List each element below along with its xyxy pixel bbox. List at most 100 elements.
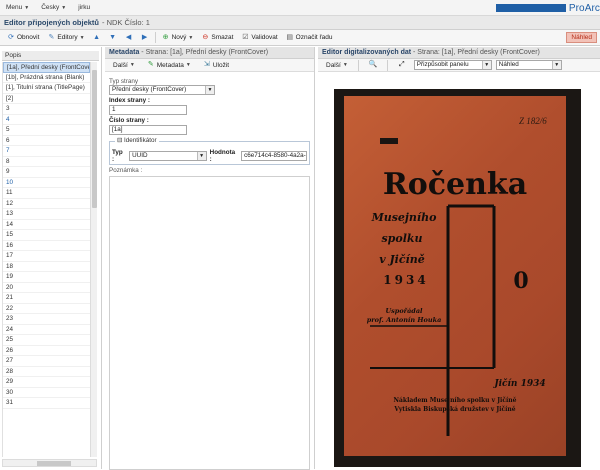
scanned-page-image[interactable]: Z 182/6 Ročenka Musejního spolku v Jičín… [334, 89, 581, 467]
list-item[interactable]: 12 [3, 199, 90, 209]
list-item[interactable]: [1b], Prázdná strana (Blank) [3, 73, 90, 83]
refresh-button[interactable]: ⟳ Obnovit [3, 31, 43, 45]
list-item[interactable]: 22 [3, 304, 90, 314]
brand-name: ProArc [568, 2, 600, 14]
more-label: Další [326, 61, 341, 69]
menu-label: Menu [6, 4, 23, 11]
fit-icon: ⤢ [398, 61, 405, 68]
id-type-select[interactable]: UUID ▼ [129, 151, 207, 161]
list-item[interactable]: 11 [3, 188, 90, 199]
view-mode-value: Náhled [498, 61, 519, 68]
move-down-button[interactable]: ▼ [105, 31, 121, 45]
move-up-button[interactable]: ▲ [89, 31, 105, 45]
object-list: [1a], Přední desky (FrontCover) [1b], Prá… [2, 62, 90, 457]
editors-button[interactable]: ✎ Editory ▼ [43, 31, 88, 45]
page-type-select[interactable]: Přední desky (FrontCover) ▼ [109, 85, 215, 95]
list-item[interactable]: [2] [3, 94, 90, 104]
chevron-down-icon: ▼ [79, 34, 85, 41]
cover-title: Ročenka [383, 167, 527, 202]
list-item[interactable]: 6 [3, 136, 90, 146]
fit-select[interactable]: Přizpůsobit panelu ▼ [413, 60, 492, 70]
list-item[interactable]: 9 [3, 167, 90, 178]
chevron-right-icon: ▶ [141, 33, 148, 41]
list-item[interactable]: 23 [3, 314, 90, 325]
identifier-legend[interactable]: ⊟ Identifikátor [115, 137, 159, 144]
list-item[interactable]: 14 [3, 220, 90, 230]
chevron-down-icon: ▼ [185, 62, 191, 68]
toolbar-divider [154, 32, 156, 43]
id-value-input[interactable]: c6e714c4-8580-4a2a-89c [241, 151, 307, 161]
metadata-editor-label: Metadata [156, 61, 184, 69]
view-mode-select[interactable]: Náhled ▼ [495, 60, 562, 70]
list-item[interactable]: 15 [3, 230, 90, 241]
list-item[interactable]: 25 [3, 335, 90, 346]
list-item[interactable]: 18 [3, 262, 90, 272]
page-title: Editor připojených objektů [4, 18, 100, 27]
list-item[interactable]: 19 [3, 272, 90, 283]
pencil-icon: ✎ [147, 61, 154, 68]
object-list-panel: Popis [1a], Přední desky (FrontCover) [1b… [0, 47, 102, 469]
list-item[interactable]: 21 [3, 293, 90, 304]
metadata-subtitle: - Strana: [1a], Přední desky (FrontCover… [141, 49, 269, 56]
next-button[interactable]: ▶ [137, 31, 153, 45]
list-item[interactable]: 17 [3, 251, 90, 262]
horizontal-scrollbar[interactable] [2, 459, 97, 467]
menu-dropdown[interactable]: Menu ▼ [0, 4, 35, 11]
list-item[interactable]: 7 [3, 146, 90, 157]
list-item[interactable]: 3 [3, 104, 90, 115]
save-button[interactable]: ⇲ Uložit [199, 58, 233, 72]
brand-logo: ProArc [495, 2, 600, 14]
list-item[interactable]: 16 [3, 241, 90, 251]
arrow-up-icon: ▲ [93, 33, 101, 41]
page-number-label: Číslo strany : [109, 117, 149, 124]
fit-icon-button[interactable]: ⤢ [394, 58, 410, 72]
language-dropdown[interactable]: Česky ▼ [35, 4, 72, 11]
list-item[interactable]: 4 [3, 115, 90, 125]
list-item[interactable]: [1], Titulní strana (TitlePage) [3, 83, 90, 94]
user-menu[interactable]: jirku [72, 4, 96, 11]
delete-label: Smazat [211, 34, 234, 41]
series-icon: ▤ [286, 33, 293, 41]
page-title-bar: Editor připojených objektů - NDK Číslo: … [0, 16, 600, 30]
metadata-more-button[interactable]: Další ▼ [109, 58, 139, 72]
metadata-editor-button[interactable]: ✎ Metadata ▼ [143, 58, 195, 72]
list-item[interactable]: 13 [3, 209, 90, 220]
list-item[interactable]: 8 [3, 157, 90, 167]
refresh-label: Obnovit [17, 34, 40, 41]
id-type-value: UUID [132, 152, 148, 159]
page-number-input[interactable]: [1a] [109, 125, 187, 135]
cover-subtitle-2: spolku [381, 232, 422, 245]
refresh-icon: ⟳ [8, 33, 14, 41]
page-index-input[interactable]: 1 [109, 105, 187, 115]
identifier-legend-text: Identifikátor [124, 137, 157, 144]
list-column-header[interactable]: Popis [2, 51, 99, 61]
list-item[interactable]: 27 [3, 356, 90, 367]
vertical-scrollbar[interactable] [90, 62, 97, 457]
mark-series-button[interactable]: ▤ Označit řadu [282, 31, 337, 45]
previous-button[interactable]: ◀ [121, 31, 137, 45]
viewer-more-button[interactable]: Další ▼ [322, 58, 352, 72]
scroll-thumb[interactable] [37, 461, 71, 466]
list-item[interactable]: 31 [3, 398, 90, 409]
list-item[interactable]: 26 [3, 346, 90, 356]
zoom-button[interactable]: 🔍 [365, 58, 381, 72]
chevron-down-icon: ▼ [61, 4, 67, 11]
list-item[interactable]: 5 [3, 125, 90, 136]
list-item[interactable]: [1a], Přední desky (FrontCover) [3, 62, 90, 73]
preview-toggle-button[interactable]: Náhled [566, 32, 597, 43]
note-textarea[interactable] [109, 176, 310, 470]
list-item[interactable]: 28 [3, 367, 90, 377]
validate-button[interactable]: ☑ Validovat [237, 31, 281, 45]
new-button[interactable]: ⊕ Nový ▼ [158, 31, 198, 45]
delete-button[interactable]: ⊖ Smazat [197, 31, 237, 45]
list-item[interactable]: 10 [3, 178, 90, 188]
list-item[interactable]: 29 [3, 377, 90, 388]
fit-value: Přizpůsobit panelu [416, 61, 469, 68]
scroll-thumb[interactable] [92, 70, 97, 208]
list-item[interactable]: 24 [3, 325, 90, 335]
list-item[interactable]: 20 [3, 283, 90, 293]
list-item[interactable]: 30 [3, 388, 90, 398]
chevron-down-icon: ▼ [196, 152, 206, 160]
chevron-left-icon: ◀ [125, 33, 132, 41]
language-label: Česky [41, 4, 60, 11]
